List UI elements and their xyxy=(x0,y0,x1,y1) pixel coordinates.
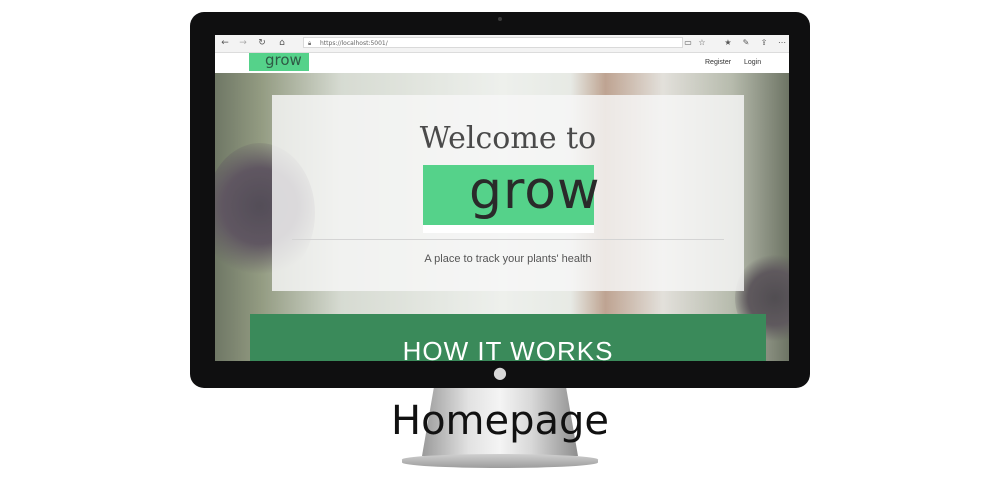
favorites-hub-icon[interactable]: ★ xyxy=(721,36,735,50)
camera-icon xyxy=(498,17,502,21)
back-icon[interactable]: ← xyxy=(218,36,232,50)
how-it-works-section: HOW IT WORKS xyxy=(250,314,766,361)
refresh-icon[interactable]: ↻ xyxy=(255,36,269,50)
address-bar-url: https://localhost:5001/ xyxy=(320,40,388,47)
divider xyxy=(292,239,724,240)
hero-logo-text: grow xyxy=(469,161,601,221)
home-icon[interactable]: ⌂ xyxy=(275,36,289,50)
forward-icon[interactable]: → xyxy=(236,36,250,50)
more-icon[interactable]: ⋯ xyxy=(775,36,789,50)
welcome-panel: Welcome to grow A place to track your pl… xyxy=(272,95,744,291)
header-logo-text: grow xyxy=(265,51,302,69)
how-it-works-title: HOW IT WORKS xyxy=(402,336,614,361)
register-link[interactable]: Register xyxy=(705,59,731,66)
address-bar[interactable]: 🔒︎ https://localhost:5001/ xyxy=(303,37,683,48)
monitor-frame: ● ← → ↻ ⌂ 🔒︎ https://localhost:5001/ ▭ ☆… xyxy=(190,12,810,388)
pen-icon[interactable]: ✎ xyxy=(739,36,753,50)
favorite-star-icon[interactable]: ☆ xyxy=(695,36,709,50)
share-icon[interactable]: ⇪ xyxy=(757,36,771,50)
welcome-heading: Welcome to xyxy=(419,121,597,156)
header-logo[interactable]: grow xyxy=(249,51,309,71)
apple-logo-icon: ● xyxy=(493,363,507,382)
lock-icon: 🔒︎ xyxy=(308,40,312,47)
caption: Homepage xyxy=(390,398,610,444)
hero-logo-underline xyxy=(423,225,594,233)
site-header: grow Register Login xyxy=(215,51,789,73)
browser-window: ← → ↻ ⌂ 🔒︎ https://localhost:5001/ ▭ ☆ ★… xyxy=(215,35,789,361)
reading-view-icon[interactable]: ▭ xyxy=(681,36,695,50)
monitor-base xyxy=(402,454,598,468)
login-link[interactable]: Login xyxy=(744,59,761,66)
hero-logo: grow xyxy=(423,161,600,233)
tagline: A place to track your plants' health xyxy=(424,253,592,265)
hero-section: Welcome to grow A place to track your pl… xyxy=(215,73,789,361)
